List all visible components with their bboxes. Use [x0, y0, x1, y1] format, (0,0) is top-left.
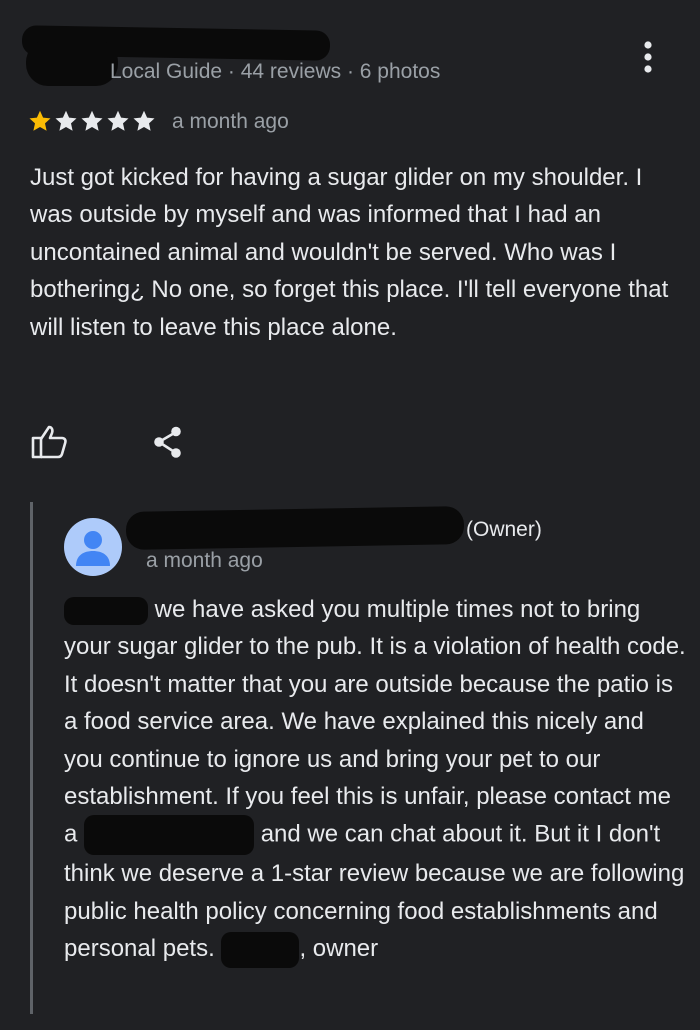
- reply-text-part1: we have asked you multiple times not to …: [64, 596, 686, 848]
- star-empty-icon: [55, 110, 77, 131]
- star-filled-icon: [29, 110, 51, 131]
- redacted-owner-name: [125, 506, 465, 550]
- thumb-up-icon[interactable]: [30, 424, 68, 465]
- redacted-owner-signature: [221, 931, 300, 968]
- person-icon: [64, 518, 122, 576]
- review-date: a month ago: [172, 110, 289, 133]
- star-empty-icon: [81, 110, 103, 131]
- reviewer-meta: Local Guide · 44 reviews · 6 photos: [110, 60, 441, 83]
- more-vert-icon[interactable]: [634, 40, 662, 74]
- redacted-contact: [84, 815, 255, 856]
- reply-divider: [30, 502, 33, 1014]
- reply-text-part3: , owner: [299, 935, 379, 963]
- redacted-reviewer-avatar: [26, 40, 118, 86]
- reply-text: we have asked you multiple times not to …: [64, 591, 689, 968]
- star-empty-icon: [107, 110, 129, 131]
- redacted-customer-name: [64, 596, 148, 625]
- star-empty-icon: [133, 110, 155, 131]
- owner-label: (Owner): [466, 518, 542, 541]
- share-icon[interactable]: [152, 424, 184, 465]
- star-rating: [28, 109, 156, 133]
- review-text: Just got kicked for having a sugar glide…: [30, 164, 669, 341]
- reply-date: a month ago: [146, 549, 263, 572]
